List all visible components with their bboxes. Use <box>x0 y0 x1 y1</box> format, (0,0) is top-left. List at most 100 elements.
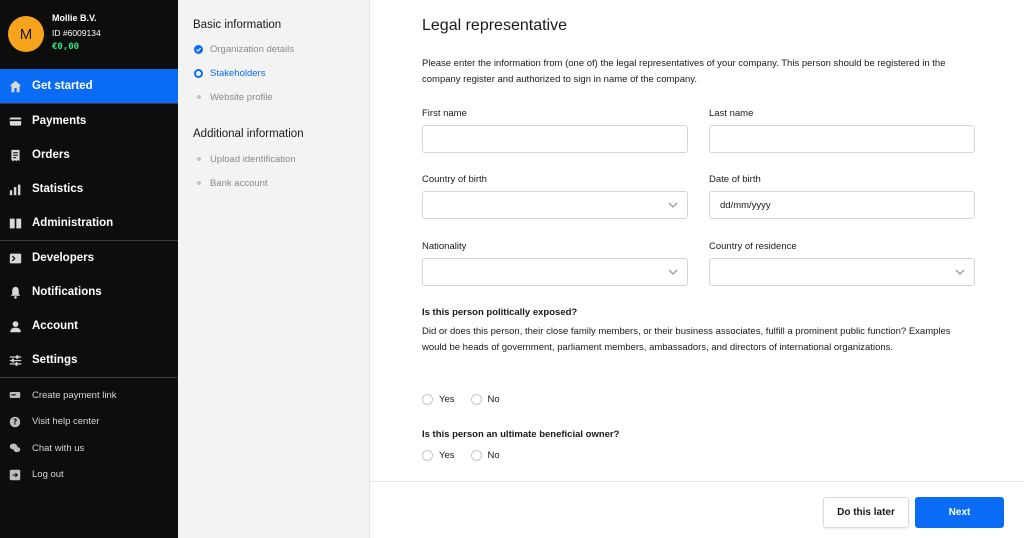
page-title: Legal representative <box>422 17 567 34</box>
nav-item-visit-help-center[interactable]: ? Visit help center <box>0 409 178 436</box>
pending-step-icon <box>194 155 203 164</box>
nav-item-create-payment-link[interactable]: Create payment link <box>0 382 178 409</box>
nav-label: Developers <box>32 252 95 264</box>
nav-item-developers[interactable]: Developers <box>0 241 178 275</box>
step-label: Bank account <box>210 177 268 189</box>
form-footer: Do this later Next <box>370 481 1024 538</box>
onboarding-steps: Basic information Organization details S… <box>178 0 370 538</box>
pep-radio-group: Yes No <box>422 394 516 405</box>
step-bank-account[interactable]: Bank account <box>194 176 268 190</box>
step-label: Organization details <box>210 43 294 55</box>
sliders-icon <box>9 354 22 367</box>
nav-item-get-started[interactable]: Get started <box>0 69 178 103</box>
home-icon <box>9 80 22 93</box>
pep-yes-label: Yes <box>439 394 455 405</box>
current-step-icon <box>194 68 203 78</box>
nav-item-orders[interactable]: Orders <box>0 138 178 172</box>
avatar: M <box>8 16 44 52</box>
step-label: Website profile <box>210 91 273 103</box>
date-of-birth-label: Date of birth <box>709 174 761 185</box>
nav-item-log-out[interactable]: Log out <box>0 462 178 489</box>
sidebar: M Mollie B.V. ID #6009134 €0,00 Get star… <box>0 0 178 538</box>
step-stakeholders[interactable]: Stakeholders <box>194 66 265 80</box>
pep-description: Did or does this person, their close fam… <box>422 326 951 353</box>
date-of-birth-input[interactable] <box>709 191 975 219</box>
ubo-question: Is this person an ultimate beneficial ow… <box>422 429 620 440</box>
next-button[interactable]: Next <box>915 497 1004 528</box>
pending-step-icon <box>194 93 203 102</box>
pending-step-icon <box>194 179 203 188</box>
ubo-radio-group: Yes No <box>422 450 516 461</box>
step-heading-basic: Basic information <box>193 19 282 31</box>
nav-label: Log out <box>32 469 64 481</box>
ubo-yes-radio[interactable] <box>422 450 433 461</box>
card-icon <box>9 115 22 128</box>
nav-item-notifications[interactable]: Notifications <box>0 275 178 309</box>
last-name-input[interactable] <box>709 125 975 153</box>
step-upload-identification[interactable]: Upload identification <box>194 152 296 166</box>
form-intro: Please enter the information from (one o… <box>422 58 946 85</box>
svg-text:?: ? <box>13 417 17 426</box>
main-nav: Get started Payments Orders Statistics A… <box>0 69 178 378</box>
help-icon: ? <box>9 416 21 428</box>
book-icon <box>9 217 22 230</box>
ubo-yes-label: Yes <box>439 450 455 461</box>
nav-label: Payments <box>32 115 87 127</box>
step-organization-details[interactable]: Organization details <box>194 42 294 56</box>
ubo-no-radio[interactable] <box>470 450 482 461</box>
bar-chart-icon <box>9 183 22 196</box>
nav-label: Get started <box>32 80 93 92</box>
country-of-birth-select[interactable] <box>422 191 688 219</box>
secondary-nav: Create payment link ? Visit help center … <box>0 382 178 488</box>
checkmark-icon <box>194 44 203 54</box>
bell-icon <box>9 286 22 299</box>
step-label: Upload identification <box>210 153 296 165</box>
step-label: Stakeholders <box>210 67 266 79</box>
nav-item-statistics[interactable]: Statistics <box>0 172 178 206</box>
country-of-birth-label: Country of birth <box>422 174 487 185</box>
account-id: ID #6009134 <box>52 28 101 38</box>
pep-question: Is this person politically exposed? <box>422 307 578 318</box>
chevron-down-icon <box>955 269 965 275</box>
nav-label: Account <box>32 320 78 332</box>
country-of-residence-select[interactable] <box>709 258 975 286</box>
receipt-icon <box>9 149 22 162</box>
pep-no-label: No <box>487 394 500 405</box>
nav-label: Notifications <box>32 286 102 298</box>
nav-label: Visit help center <box>32 416 100 428</box>
user-icon <box>9 320 22 333</box>
ubo-no-label: No <box>487 450 500 461</box>
do-this-later-button[interactable]: Do this later <box>823 497 909 528</box>
nav-label: Statistics <box>32 183 84 195</box>
step-website-profile[interactable]: Website profile <box>194 90 273 104</box>
nationality-label: Nationality <box>422 241 467 252</box>
chat-icon <box>9 442 21 454</box>
first-name-label: First name <box>422 108 467 119</box>
pep-yes-radio[interactable] <box>422 394 433 405</box>
logout-icon <box>9 469 21 481</box>
terminal-icon <box>9 252 22 265</box>
country-of-residence-label: Country of residence <box>709 241 797 252</box>
nav-item-account[interactable]: Account <box>0 309 178 343</box>
account-balance: €0,00 <box>52 42 80 52</box>
step-heading-additional: Additional information <box>193 128 304 140</box>
first-name-input[interactable] <box>422 125 688 153</box>
nav-label: Orders <box>32 149 70 161</box>
nav-item-settings[interactable]: Settings <box>0 343 178 377</box>
chevron-down-icon <box>668 269 678 275</box>
nav-label: Administration <box>32 217 114 229</box>
pep-no-radio[interactable] <box>470 394 482 405</box>
account-switcher[interactable]: M Mollie B.V. ID #6009134 €0,00 <box>8 10 178 56</box>
nav-item-chat-with-us[interactable]: Chat with us <box>0 435 178 462</box>
link-icon <box>9 389 21 401</box>
nav-item-payments[interactable]: Payments <box>0 104 178 138</box>
nav-label: Chat with us <box>32 442 85 454</box>
legal-representative-form: Legal representative Please enter the in… <box>370 0 1024 538</box>
last-name-label: Last name <box>709 108 754 119</box>
nav-label: Settings <box>32 354 78 366</box>
nationality-select[interactable] <box>422 258 688 286</box>
chevron-down-icon <box>668 202 678 208</box>
nav-item-administration[interactable]: Administration <box>0 206 178 240</box>
nav-divider <box>0 377 178 378</box>
nav-label: Create payment link <box>32 389 117 401</box>
